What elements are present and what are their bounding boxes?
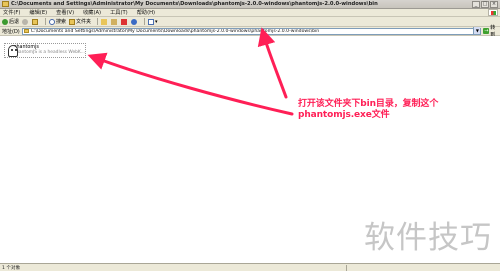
- up-folder-button[interactable]: [32, 18, 39, 26]
- annotation-line-1: 打开该文件夹下bin目录，复制这个: [298, 99, 439, 109]
- search-button[interactable]: 搜索: [49, 18, 66, 26]
- address-bar: 地址(D) C:\Documents and Settings\Administ…: [0, 25, 500, 38]
- annotation-line-2: phantomjs.exe文件: [298, 110, 390, 120]
- delete-icon: [121, 18, 128, 25]
- maximize-button[interactable]: □: [481, 0, 489, 8]
- delete-button[interactable]: [121, 18, 128, 26]
- undo-icon: [131, 18, 138, 25]
- back-button[interactable]: 后退: [2, 18, 19, 26]
- menu-file[interactable]: 文件(F): [3, 9, 20, 16]
- menu-bar: 文件(F) 编辑(E) 查看(V) 收藏(A) 工具(T) 帮助(H): [0, 9, 500, 17]
- search-label: 搜索: [56, 19, 67, 25]
- folder-icon: [2, 1, 9, 7]
- forward-button[interactable]: [22, 18, 29, 26]
- windows-logo-icon: [488, 9, 498, 16]
- menu-edit[interactable]: 编辑(E): [29, 9, 47, 16]
- address-label: 地址(D): [2, 28, 20, 35]
- menu-tools[interactable]: 工具(T): [110, 9, 128, 16]
- forward-arrow-icon: [22, 18, 29, 25]
- watermark: 软件技巧: [364, 220, 492, 256]
- close-button[interactable]: ×: [490, 0, 498, 8]
- back-arrow-icon: [2, 18, 8, 25]
- folder-icon: [23, 29, 29, 33]
- status-text: 1 个对象: [2, 265, 21, 271]
- file-list-area[interactable]: phantomjs PhantomJS is a headless WebK..…: [0, 36, 500, 263]
- copy-to-button[interactable]: [111, 18, 118, 26]
- minimize-button[interactable]: _: [472, 0, 480, 8]
- address-dropdown-button[interactable]: ▼: [473, 27, 481, 34]
- menu-view[interactable]: 查看(V): [56, 9, 74, 16]
- toolbar-separator: [97, 18, 99, 25]
- file-item-phantomjs[interactable]: phantomjs PhantomJS is a headless WebK..…: [4, 43, 86, 58]
- toolbar-separator: [144, 18, 146, 25]
- address-path: C:\Documents and Settings\Administrator\…: [30, 28, 320, 34]
- views-dropdown-icon: ▾: [155, 18, 158, 25]
- folders-label: 文件夹: [76, 19, 92, 25]
- views-button[interactable]: ▾: [148, 18, 158, 26]
- undo-button[interactable]: [131, 18, 138, 26]
- menu-help[interactable]: 帮助(H): [137, 9, 155, 16]
- toolbar: 后退 搜索 文件夹 ▾: [0, 17, 500, 27]
- title-bar: C:\Documents and Settings\Administrator\…: [0, 0, 500, 9]
- copy-to-icon: [111, 18, 118, 25]
- back-label: 后退: [9, 19, 20, 25]
- folders-button[interactable]: 文件夹: [69, 18, 91, 26]
- file-description: PhantomJS is a headless WebK...: [13, 50, 85, 55]
- toolbar-separator: [45, 18, 47, 25]
- go-arrow-icon: →: [483, 28, 490, 34]
- status-bar: 1 个对象: [0, 263, 500, 271]
- search-icon: [49, 18, 56, 25]
- status-divider: [346, 265, 347, 271]
- menu-favorites[interactable]: 收藏(A): [83, 9, 101, 16]
- window-title: C:\Documents and Settings\Administrator\…: [11, 1, 378, 7]
- views-icon: [148, 18, 155, 25]
- address-input[interactable]: C:\Documents and Settings\Administrator\…: [21, 27, 482, 35]
- phantomjs-ghost-icon: [6, 45, 18, 58]
- annotation-text: 打开该文件夹下bin目录，复制这个 phantomjs.exe文件: [298, 99, 488, 121]
- move-to-icon: [101, 18, 108, 25]
- move-to-button[interactable]: [101, 18, 108, 26]
- window-controls: _ □ ×: [472, 0, 498, 8]
- up-folder-icon: [32, 18, 39, 25]
- folders-icon: [69, 18, 76, 25]
